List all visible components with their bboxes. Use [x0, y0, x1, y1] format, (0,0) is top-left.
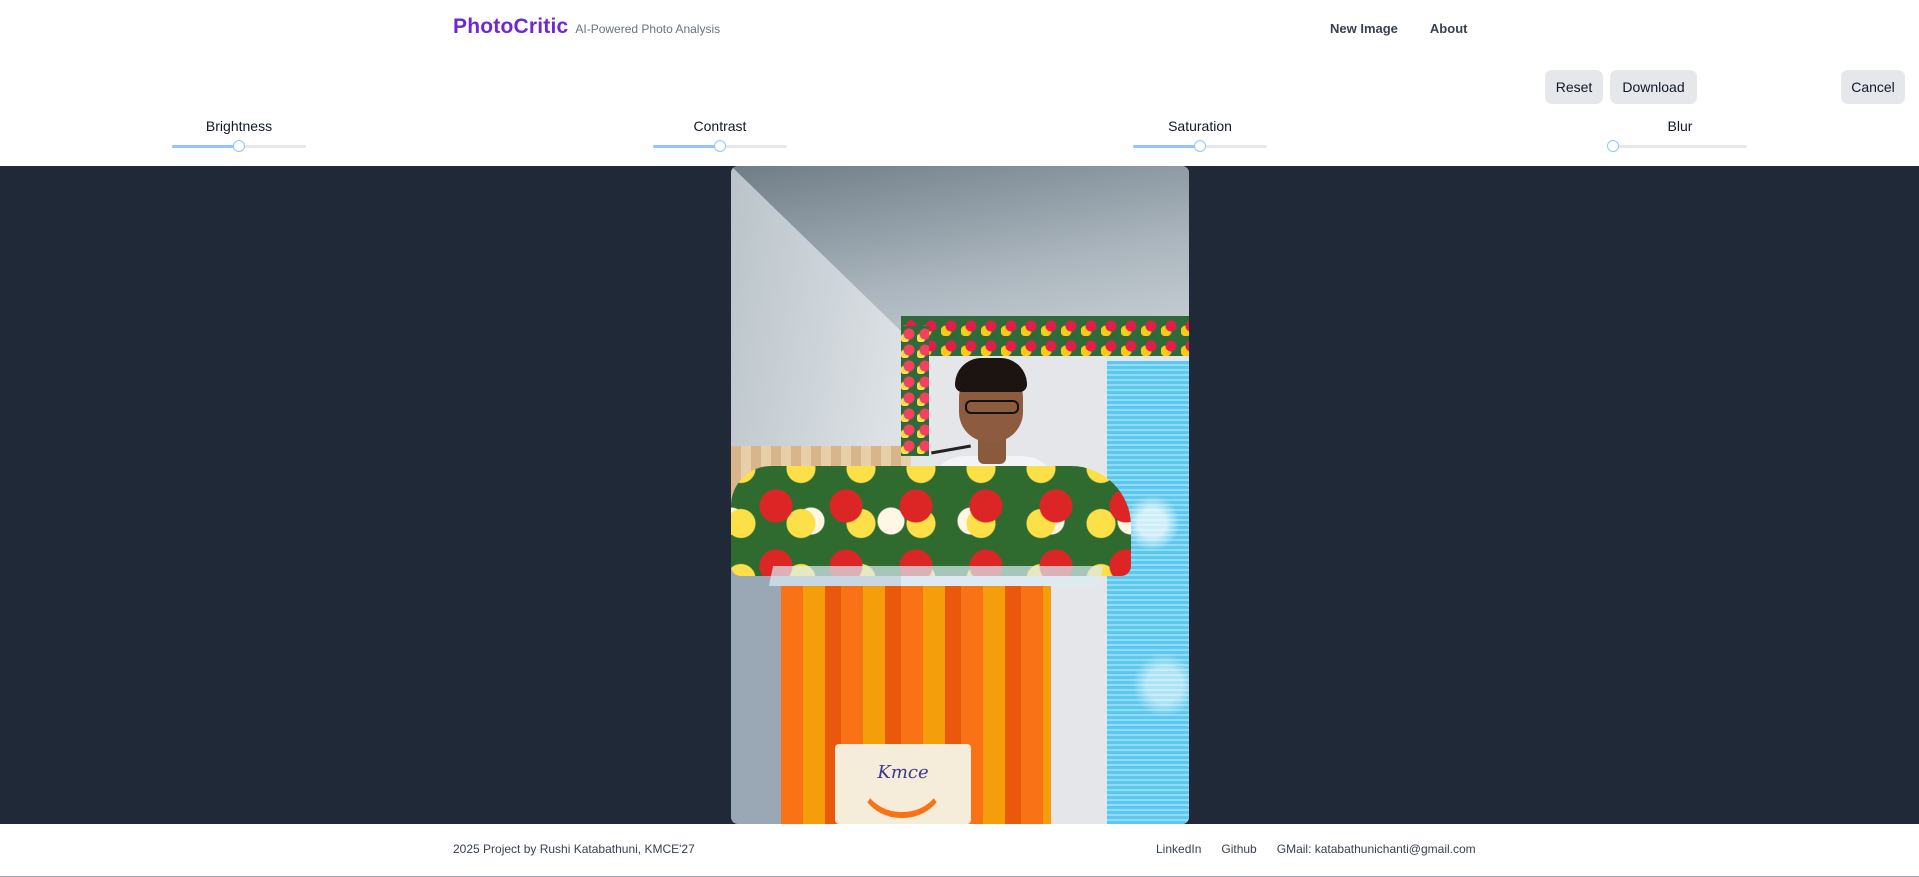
- image-stage: Kmce: [0, 166, 1919, 824]
- brightness-fill: [172, 145, 239, 148]
- photo-garland-top: [901, 316, 1189, 356]
- main-nav: New Image About: [1330, 21, 1467, 36]
- photo-speaker-glasses: [965, 400, 1019, 414]
- photo-preview[interactable]: Kmce: [731, 166, 1189, 824]
- saturation-label: Saturation: [1168, 118, 1232, 134]
- saturation-slider[interactable]: Saturation: [1133, 118, 1267, 152]
- saturation-fill: [1133, 145, 1200, 148]
- photo-podium-top: [768, 566, 1104, 586]
- photo-sign-arc: [857, 774, 947, 818]
- brightness-slider[interactable]: Brightness: [172, 118, 306, 152]
- reset-button[interactable]: Reset: [1545, 70, 1603, 104]
- brightness-label: Brightness: [205, 118, 273, 134]
- photo-podium-sign: Kmce: [835, 744, 971, 824]
- blur-thumb[interactable]: [1607, 140, 1619, 152]
- contrast-thumb[interactable]: [714, 140, 726, 152]
- brightness-thumb[interactable]: [233, 140, 245, 152]
- gmail-link[interactable]: GMail: katabathunichanti@gmail.com: [1277, 842, 1476, 856]
- cancel-button[interactable]: Cancel: [1841, 70, 1905, 104]
- blur-slider[interactable]: Blur: [1607, 118, 1747, 152]
- top-header: PhotoCritic AI-Powered Photo Analysis Ne…: [0, 0, 1919, 58]
- blur-label: Blur: [1667, 118, 1693, 134]
- photo-speaker-hair: [955, 358, 1027, 392]
- download-button[interactable]: Download: [1610, 70, 1697, 104]
- contrast-slider[interactable]: Contrast: [653, 118, 787, 152]
- brand[interactable]: PhotoCritic AI-Powered Photo Analysis: [453, 15, 720, 39]
- github-link[interactable]: Github: [1221, 842, 1256, 856]
- linkedin-link[interactable]: LinkedIn: [1156, 842, 1201, 856]
- nav-about[interactable]: About: [1430, 21, 1468, 36]
- footer-credit: 2025 Project by Rushi Katabathuni, KMCE'…: [453, 842, 695, 856]
- footer-links: LinkedIn Github GMail: katabathunichanti…: [1156, 842, 1476, 856]
- contrast-fill: [653, 145, 720, 148]
- contrast-label: Contrast: [693, 118, 747, 134]
- blur-track[interactable]: [1613, 145, 1747, 148]
- nav-new-image[interactable]: New Image: [1330, 21, 1398, 36]
- brand-tagline: AI-Powered Photo Analysis: [575, 22, 721, 36]
- photo-garland-side: [901, 326, 929, 456]
- footer: 2025 Project by Rushi Katabathuni, KMCE'…: [0, 824, 1919, 877]
- photo-flower-bouquet: [731, 466, 1131, 576]
- photo-led-screen: [1107, 361, 1189, 824]
- brand-name[interactable]: PhotoCritic: [453, 15, 568, 39]
- saturation-thumb[interactable]: [1194, 140, 1206, 152]
